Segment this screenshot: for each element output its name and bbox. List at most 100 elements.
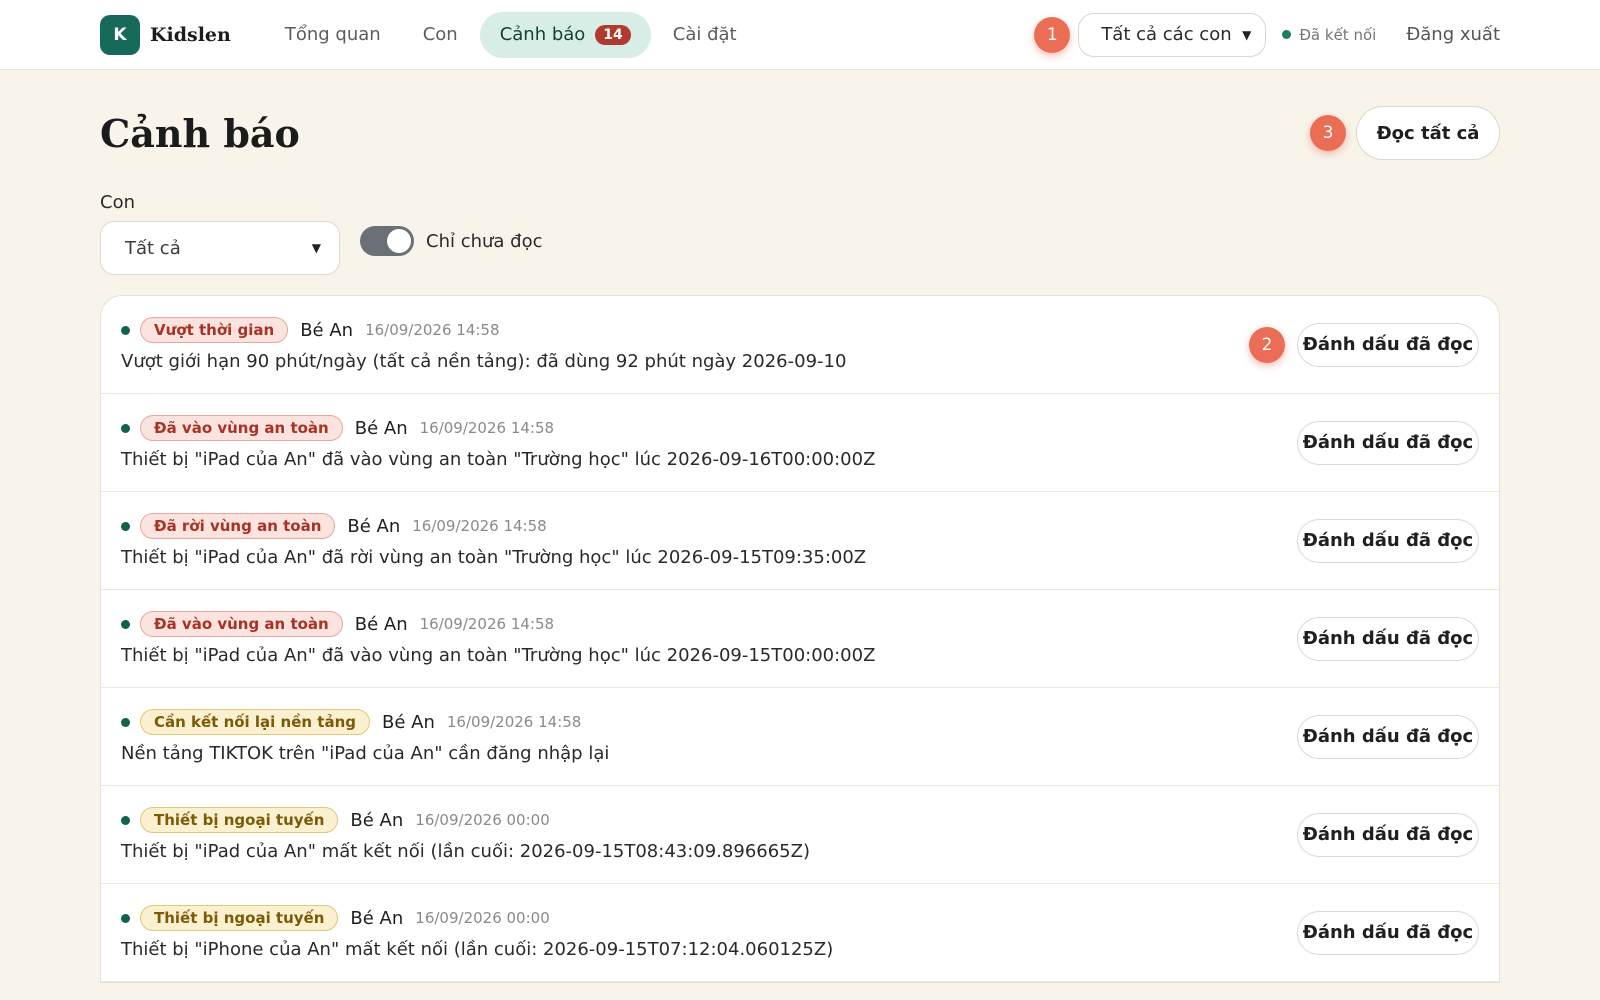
unread-dot-icon	[121, 423, 130, 433]
alert-message: Nền tảng TIKTOK trên "iPad của An" cần đ…	[121, 743, 610, 764]
alert-child-name: Bé An	[350, 907, 404, 929]
alert-timestamp: 16/09/2026 14:58	[419, 419, 555, 437]
alert-header: Cần kết nối lại nền tảng Bé An 16/09/202…	[121, 709, 1285, 735]
alert-message: Thiết bị "iPad của An" mất kết nối (lần …	[121, 841, 810, 862]
page-header: Cảnh báo 3 Đọc tất cả	[100, 70, 1500, 192]
unread-dot-icon	[121, 913, 130, 923]
alert-type-tag: Vượt thời gian	[140, 317, 289, 343]
alert-body: Thiết bị ngoại tuyến Bé An 16/09/2026 00…	[121, 905, 1285, 960]
alert-actions: 2 Đánh dấu đã đọc	[1249, 322, 1479, 367]
alert-row: Đã vào vùng an toàn Bé An 16/09/2026 14:…	[101, 394, 1499, 492]
alert-body: Thiết bị ngoại tuyến Bé An 16/09/2026 00…	[121, 807, 1285, 862]
alert-child-name: Bé An	[382, 711, 435, 733]
alert-row: Đã vào vùng an toàn Bé An 16/09/2026 14:…	[101, 590, 1499, 688]
alert-body: Cần kết nối lại nền tảng Bé An 16/09/202…	[121, 709, 1285, 764]
unread-dot-icon	[121, 619, 130, 629]
unread-only-toggle[interactable]	[360, 226, 414, 256]
alerts-count-badge: 14	[595, 24, 631, 45]
mark-read-button[interactable]: Đánh dấu đã đọc	[1297, 910, 1479, 955]
step-marker-1: 1	[1034, 16, 1071, 53]
mark-read-button[interactable]: Đánh dấu đã đọc	[1297, 518, 1479, 563]
alert-type-tag: Thiết bị ngoại tuyến	[140, 905, 339, 931]
child-select-value: Tất cả các con	[1101, 24, 1232, 45]
status-dot-icon	[1282, 30, 1292, 39]
toggle-knob	[387, 229, 411, 253]
mark-read-button[interactable]: Đánh dấu đã đọc	[1297, 714, 1479, 759]
alert-row: Đã rời vùng an toàn Bé An 16/09/2026 14:…	[101, 492, 1499, 590]
alert-header: Đã vào vùng an toàn Bé An 16/09/2026 14:…	[121, 611, 1285, 637]
alert-child-name: Bé An	[347, 515, 401, 537]
step-marker-2: 2	[1249, 326, 1285, 363]
alert-child-name: Bé An	[354, 417, 408, 439]
unread-dot-icon	[121, 815, 130, 825]
alert-child-name: Bé An	[350, 809, 404, 831]
child-filter-select[interactable]: Tất cả ▼	[100, 221, 340, 275]
alert-message: Thiết bị "iPad của An" đã vào vùng an to…	[121, 449, 876, 470]
alert-actions: Đánh dấu đã đọc	[1285, 518, 1479, 563]
alert-timestamp: 16/09/2026 14:58	[412, 517, 547, 535]
alert-actions: Đánh dấu đã đọc	[1285, 714, 1479, 759]
alert-type-tag: Đã rời vùng an toàn	[140, 513, 336, 539]
connection-status-label: Đã kết nối	[1299, 25, 1377, 44]
top-navigation-bar: K Kidslen Tổng quan Con Cảnh báo 14 Cài đ…	[0, 0, 1600, 70]
alert-message: Vượt giới hạn 90 phút/ngày (tất cả nền t…	[121, 351, 847, 372]
alert-type-tag: Cần kết nối lại nền tảng	[140, 709, 371, 735]
alert-child-name: Bé An	[354, 613, 408, 635]
logout-button[interactable]: Đăng xuất	[1406, 24, 1500, 45]
chevron-down-icon: ▼	[1242, 27, 1252, 42]
alert-header: Vượt thời gian Bé An 16/09/2026 14:58	[121, 317, 1249, 343]
nav-alerts-label: Cảnh báo	[499, 24, 586, 45]
unread-dot-icon	[121, 717, 130, 727]
unread-only-label: Chỉ chưa đọc	[426, 230, 543, 252]
app-logo[interactable]: K	[100, 14, 140, 55]
alert-header: Thiết bị ngoại tuyến Bé An 16/09/2026 00…	[121, 905, 1285, 931]
alert-actions: Đánh dấu đã đọc	[1285, 420, 1479, 465]
chevron-down-icon: ▼	[311, 241, 321, 255]
alert-type-tag: Đã vào vùng an toàn	[140, 611, 343, 637]
unread-dot-icon	[121, 325, 130, 335]
mark-read-button[interactable]: Đánh dấu đã đọc	[1297, 322, 1479, 367]
child-filter-label: Con	[100, 192, 135, 213]
alert-message: Thiết bị "iPhone của An" mất kết nối (lầ…	[121, 939, 834, 960]
filter-row: Tất cả ▼ Chỉ chưa đọc	[100, 221, 1500, 275]
step-marker-3: 3	[1310, 115, 1346, 151]
alert-timestamp: 16/09/2026 14:58	[419, 615, 555, 633]
alert-header: Thiết bị ngoại tuyến Bé An 16/09/2026 00…	[121, 807, 1285, 833]
alert-list: Vượt thời gian Bé An 16/09/2026 14:58 Vư…	[100, 295, 1500, 983]
page-title: Cảnh báo	[100, 110, 300, 156]
child-filter-value: Tất cả	[125, 237, 181, 259]
nav-settings-label: Cài đặt	[672, 24, 737, 45]
main-content: Cảnh báo 3 Đọc tất cả Con Tất cả ▼ Chỉ c…	[0, 70, 1600, 983]
nav-overview[interactable]: Tổng quan	[265, 12, 401, 58]
alert-message: Thiết bị "iPad của An" đã vào vùng an to…	[121, 645, 876, 666]
alert-row: Thiết bị ngoại tuyến Bé An 16/09/2026 00…	[101, 884, 1499, 982]
alert-timestamp: 16/09/2026 14:58	[365, 321, 500, 339]
nav-children[interactable]: Con	[403, 12, 478, 58]
alert-actions: Đánh dấu đã đọc	[1285, 616, 1479, 661]
nav-settings[interactable]: Cài đặt	[653, 12, 757, 58]
nav-overview-label: Tổng quan	[284, 24, 381, 45]
mark-read-button[interactable]: Đánh dấu đã đọc	[1297, 616, 1479, 661]
alert-header: Đã rời vùng an toàn Bé An 16/09/2026 14:…	[121, 513, 1285, 539]
main-nav: Tổng quan Con Cảnh báo 14 Cài đặt	[265, 11, 759, 58]
alert-timestamp: 16/09/2026 00:00	[415, 909, 550, 927]
app-name[interactable]: Kidslen	[150, 24, 231, 46]
mark-read-button[interactable]: Đánh dấu đã đọc	[1297, 812, 1479, 857]
child-select[interactable]: Tất cả các con ▼	[1078, 12, 1267, 57]
alert-actions: Đánh dấu đã đọc	[1285, 910, 1479, 955]
alert-actions: Đánh dấu đã đọc	[1285, 812, 1479, 857]
mark-read-button[interactable]: Đánh dấu đã đọc	[1297, 420, 1479, 465]
alert-message: Thiết bị "iPad của An" đã rời vùng an to…	[121, 547, 867, 568]
alert-type-tag: Đã vào vùng an toàn	[140, 415, 343, 441]
nav-children-label: Con	[422, 24, 458, 45]
alert-type-tag: Thiết bị ngoại tuyến	[140, 807, 339, 833]
alert-header: Đã vào vùng an toàn Bé An 16/09/2026 14:…	[121, 415, 1285, 441]
alert-body: Vượt thời gian Bé An 16/09/2026 14:58 Vư…	[121, 317, 1249, 372]
nav-alerts[interactable]: Cảnh báo 14	[479, 11, 651, 58]
read-all-group: 3 Đọc tất cả	[1310, 106, 1500, 160]
read-all-button[interactable]: Đọc tất cả	[1356, 106, 1500, 160]
alert-timestamp: 16/09/2026 14:58	[446, 713, 582, 731]
alert-child-name: Bé An	[300, 319, 354, 341]
alert-body: Đã vào vùng an toàn Bé An 16/09/2026 14:…	[121, 415, 1285, 470]
alert-body: Đã rời vùng an toàn Bé An 16/09/2026 14:…	[121, 513, 1285, 568]
